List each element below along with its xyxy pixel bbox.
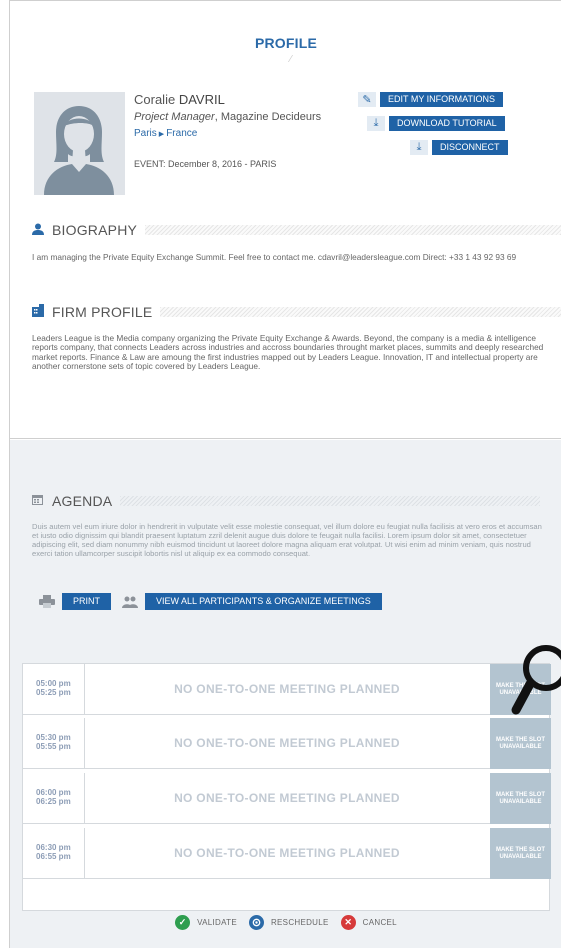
profile-name: Coralie DAVRIL: [134, 92, 225, 107]
table-row: 05:30 pm 05:55 pm NO ONE-TO-ONE MEETING P…: [23, 718, 551, 769]
title-divider-icon: ⁄: [290, 54, 292, 65]
reschedule-icon: [248, 915, 264, 930]
last-name: DAVRIL: [178, 92, 225, 107]
make-unavailable-button[interactable]: MAKE THE SLOT UNAVAILABLE: [490, 828, 551, 879]
participants-row: VIEW ALL PARTICIPANTS & ORGANIZE MEETING…: [119, 593, 382, 610]
slot-time: 06:30 pm 06:55 pm: [23, 828, 85, 879]
slot-status: NO ONE-TO-ONE MEETING PLANNED: [174, 682, 400, 696]
download-row: ⤓ DOWNLOAD TUTORIAL: [367, 116, 505, 131]
status-legend: ✓ VALIDATE RESCHEDULE ✕ CANCEL: [10, 915, 561, 930]
city: Paris: [134, 128, 157, 139]
first-name: Coralie: [134, 92, 176, 107]
checkmark-icon: ✓: [175, 915, 191, 930]
slot-time: 05:30 pm 05:55 pm: [23, 718, 85, 769]
company: , Magazine Decideurs: [214, 111, 322, 123]
biography-header: BIOGRAPHY: [32, 222, 561, 238]
make-unavailable-button[interactable]: MAKE THE SLOT UNAVAILABLE: [490, 773, 551, 824]
close-icon: ✕: [340, 915, 356, 930]
page-frame: PROFILE ⁄ Coralie DAVRIL Project Manager…: [9, 0, 561, 948]
profile-section: PROFILE ⁄ Coralie DAVRIL Project Manager…: [10, 1, 561, 439]
agenda-header: AGENDA: [32, 493, 540, 509]
legend-reschedule: RESCHEDULE: [248, 915, 329, 930]
slot-time: 05:00 pm 05:25 pm: [23, 664, 85, 715]
event-info: EVENT: December 8, 2016 - PARIS: [134, 159, 277, 169]
print-button[interactable]: PRINT: [62, 593, 111, 610]
table-row: 05:00 pm 05:25 pm NO ONE-TO-ONE MEETING P…: [23, 664, 551, 715]
section-divider: [145, 225, 561, 235]
firm-header: FIRM PROFILE: [32, 304, 561, 320]
print-row: PRINT: [36, 593, 111, 610]
edit-row: ✎ EDIT MY INFORMATIONS: [358, 92, 504, 107]
disconnect-button[interactable]: DISCONNECT: [432, 140, 508, 155]
legend-validate: ✓ VALIDATE: [175, 915, 237, 930]
country: France: [166, 128, 198, 139]
legend-label: VALIDATE: [197, 918, 237, 927]
edit-informations-button[interactable]: EDIT MY INFORMATIONS: [380, 92, 504, 107]
slot-status: NO ONE-TO-ONE MEETING PLANNED: [174, 736, 400, 750]
avatar-silhouette-icon: [34, 92, 125, 195]
page-title: PROFILE: [254, 35, 318, 51]
people-icon[interactable]: [119, 593, 141, 610]
firm-title: FIRM PROFILE: [52, 304, 153, 320]
profile-location: Paris ▶ France: [134, 128, 197, 139]
disconnect-row: ⤓ DISCONNECT: [410, 140, 508, 155]
section-divider: [120, 496, 540, 506]
biography-text: I am managing the Private Equity Exchang…: [32, 252, 517, 262]
table-row: 06:00 pm 06:25 pm NO ONE-TO-ONE MEETING P…: [23, 773, 551, 824]
agenda-title: AGENDA: [52, 493, 113, 509]
printer-icon[interactable]: [36, 593, 58, 610]
user-icon: [32, 223, 48, 238]
slot-time: 06:00 pm 06:25 pm: [23, 773, 85, 824]
profile-role: Project Manager, Magazine Decideurs: [134, 111, 321, 123]
pencil-icon[interactable]: ✎: [358, 92, 376, 107]
download-tutorial-button[interactable]: DOWNLOAD TUTORIAL: [389, 116, 505, 131]
caret-right-icon: ▶: [158, 131, 165, 138]
calendar-icon: [32, 494, 48, 508]
view-all-participants-button[interactable]: VIEW ALL PARTICIPANTS & ORGANIZE MEETING…: [145, 593, 382, 610]
avatar: [34, 92, 125, 195]
building-icon: [32, 304, 48, 320]
legend-cancel: ✕ CANCEL: [340, 915, 397, 930]
position: Project Manager: [134, 111, 215, 123]
section-divider: [160, 307, 561, 317]
biography-title: BIOGRAPHY: [52, 222, 138, 238]
legend-label: CANCEL: [362, 918, 397, 927]
download-icon[interactable]: ⤓: [367, 116, 385, 131]
slot-status: NO ONE-TO-ONE MEETING PLANNED: [174, 791, 400, 805]
download-icon[interactable]: ⤓: [410, 140, 428, 155]
agenda-text: Duis autem vel eum iriure dolor in hendr…: [32, 522, 542, 558]
meeting-slots: 05:00 pm 05:25 pm NO ONE-TO-ONE MEETING P…: [22, 663, 551, 911]
legend-label: RESCHEDULE: [270, 918, 329, 927]
slot-status: NO ONE-TO-ONE MEETING PLANNED: [174, 846, 400, 860]
agenda-section: AGENDA Duis autem vel eum iriure dolor i…: [10, 440, 561, 948]
magnifier-icon: [511, 645, 561, 715]
table-row: 06:30 pm 06:55 pm NO ONE-TO-ONE MEETING P…: [23, 828, 551, 879]
firm-text: Leaders League is the Media company orga…: [32, 333, 544, 372]
